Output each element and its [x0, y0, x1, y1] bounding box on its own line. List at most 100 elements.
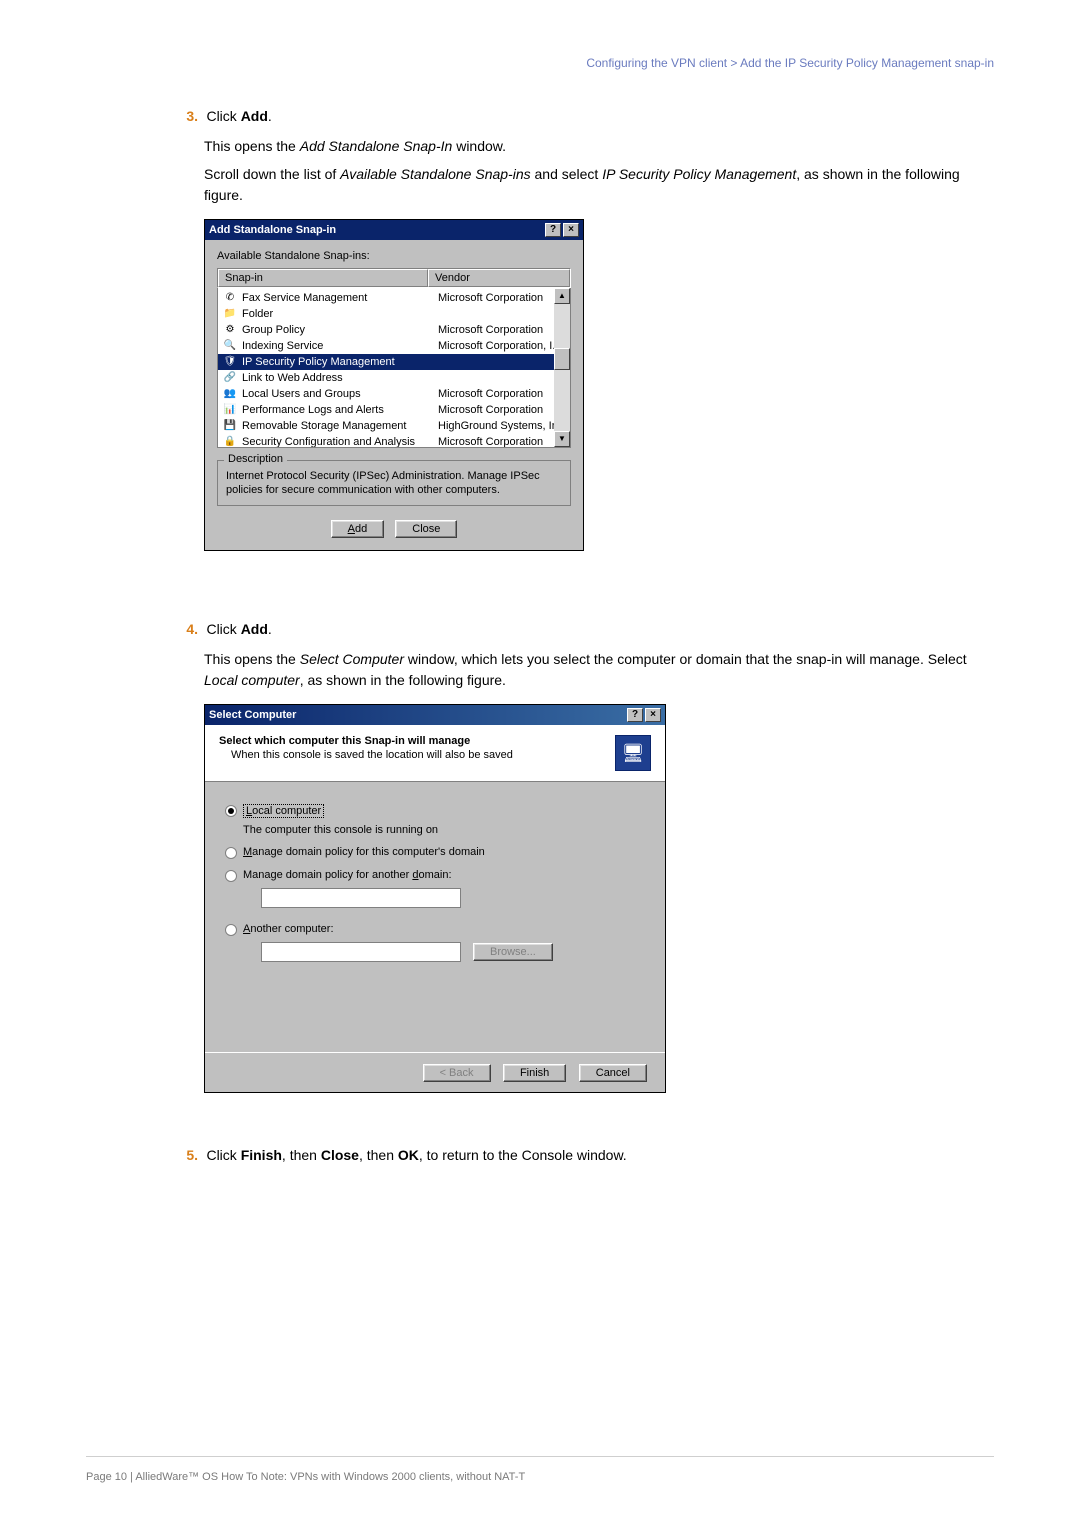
dialog-titlebar: Add Standalone Snap-in ? × [205, 220, 583, 240]
step-4-body: This opens the Select Computer window, w… [204, 649, 980, 690]
add-snapin-dialog: Add Standalone Snap-in ? × Available Sta… [204, 219, 584, 552]
ipsec-icon: 🛡 [222, 355, 238, 369]
title-buttons: ? × [545, 223, 579, 237]
radio-another-computer[interactable]: Another computer: [225, 923, 645, 936]
s4b1i: Select Computer [300, 651, 404, 667]
help-button[interactable]: ? [545, 223, 561, 237]
index-icon: 🔍 [222, 339, 238, 353]
title-buttons-2: ? × [627, 708, 661, 722]
scrollbar[interactable]: ▲ ▼ [554, 288, 570, 447]
s5m2: , then [359, 1147, 398, 1163]
link-icon: 🔗 [222, 371, 238, 385]
list-item[interactable]: ✆Fax Service ManagementMicrosoft Corpora… [218, 290, 570, 306]
folder-icon: 📁 [222, 307, 238, 321]
list-item[interactable]: 📊Performance Logs and AlertsMicrosoft Co… [218, 402, 570, 418]
add-btn-rest: dd [355, 523, 367, 535]
list-item[interactable]: ⚙Group PolicyMicrosoft Corporation [218, 322, 570, 338]
computer-input-row: Browse... [243, 942, 645, 962]
add-button[interactable]: Add [331, 520, 385, 538]
s5b3: OK [398, 1147, 419, 1163]
description-text: Internet Protocol Security (IPSec) Admin… [226, 469, 562, 498]
dialog2-header: Select which computer this Snap-in will … [205, 725, 665, 782]
security-icon: 🔒 [222, 435, 238, 448]
users-icon: 👥 [222, 387, 238, 401]
description-fieldset: Description Internet Protocol Security (… [217, 460, 571, 507]
s5b2: Close [321, 1147, 359, 1163]
dialog2-button-row: < Back Finish Cancel [205, 1052, 665, 1092]
list-header: Snap-in Vendor [217, 268, 571, 288]
s4b1b: window, which lets you select the comput… [404, 651, 967, 667]
list-rows: ✆Fax Service ManagementMicrosoft Corpora… [218, 288, 570, 448]
close-button[interactable]: Close [395, 520, 457, 538]
row-name: IP Security Policy Management [242, 356, 438, 368]
computer-textbox[interactable] [261, 942, 461, 962]
col-snapin[interactable]: Snap-in [218, 269, 428, 287]
r3a: Manage domain policy for another [243, 869, 412, 881]
browse-button[interactable]: Browse... [473, 943, 553, 961]
s5p: Click [206, 1147, 240, 1163]
row-name: Local Users and Groups [242, 388, 438, 400]
step-5: 5. Click Finish, then Close, then OK, to… [170, 1147, 980, 1165]
domain-input-row [243, 888, 645, 911]
close-button[interactable]: × [645, 708, 661, 722]
step-3-body-2: Scroll down the list of Available Standa… [204, 164, 980, 205]
list-item[interactable]: 🔗Link to Web Address [218, 370, 570, 386]
radio-manage-domain[interactable]: Manage domain policy for this computer's… [225, 846, 645, 859]
list-item[interactable]: 👥Local Users and GroupsMicrosoft Corpora… [218, 386, 570, 402]
snapin-listbox[interactable]: ✆Fax Service ManagementMicrosoft Corpora… [217, 288, 571, 448]
s4b1i2: Local computer [204, 672, 300, 688]
radio-label: Local computer [243, 804, 324, 818]
close-button[interactable]: × [563, 223, 579, 237]
s3b2i2: IP Security Policy Management [602, 166, 796, 182]
step-5-num: 5. [170, 1147, 198, 1163]
scroll-thumb[interactable] [554, 348, 570, 370]
scroll-up-button[interactable]: ▲ [554, 288, 570, 304]
radio-another-domain[interactable]: Manage domain policy for another domain: [225, 869, 645, 882]
radio-local-computer[interactable]: Local computer [225, 804, 645, 818]
finish-button[interactable]: Finish [503, 1064, 566, 1082]
cancel-button[interactable]: Cancel [579, 1064, 647, 1082]
computer-icon: 🖥 [615, 735, 651, 771]
dialog2-body: Local computer The computer this console… [205, 782, 665, 1052]
policy-icon: ⚙ [222, 323, 238, 337]
step-4-text: Click Add. [206, 621, 271, 637]
help-button[interactable]: ? [627, 708, 643, 722]
page-footer: Page 10 | AlliedWare™ OS How To Note: VP… [86, 1471, 525, 1483]
s5m1: , then [282, 1147, 321, 1163]
footer-divider [86, 1456, 994, 1457]
row-name: Removable Storage Management [242, 420, 438, 432]
step-3-num: 3. [170, 108, 198, 124]
dialog-button-row: Add Close [217, 520, 571, 538]
s5b1: Finish [241, 1147, 282, 1163]
step-4-num: 4. [170, 621, 198, 637]
perf-icon: 📊 [222, 403, 238, 417]
s5s: , to return to the Console window. [419, 1147, 627, 1163]
step-3-text: Click Add. [206, 108, 271, 124]
dialog2-header-text: Select which computer this Snap-in will … [219, 735, 513, 771]
step-5-text: Click Finish, then Close, then OK, to re… [206, 1147, 626, 1163]
dialog-body: Available Standalone Snap-ins: Snap-in V… [205, 240, 583, 551]
row-vendor: Microsoft Corporation [438, 292, 570, 304]
header-bold: Select which computer this Snap-in will … [219, 735, 513, 747]
step-3-suffix: . [268, 108, 272, 124]
row-vendor: Microsoft Corporation, I... [438, 340, 570, 352]
step-3-prefix: Click [206, 108, 240, 124]
scroll-down-button[interactable]: ▼ [554, 431, 570, 447]
s3b1b: window. [452, 138, 506, 154]
list-item[interactable]: 🔒Security Configuration and AnalysisMicr… [218, 434, 570, 448]
header-sub: When this console is saved the location … [231, 749, 513, 761]
col-vendor[interactable]: Vendor [428, 269, 570, 287]
select-computer-dialog: Select Computer ? × Select which compute… [204, 704, 666, 1093]
s4-bold: Add [241, 621, 268, 637]
s4-prefix: Click [206, 621, 240, 637]
list-item[interactable]: 💾Removable Storage ManagementHighGround … [218, 418, 570, 434]
domain-textbox[interactable] [261, 888, 461, 908]
back-button[interactable]: < Back [423, 1064, 491, 1082]
row-vendor: Microsoft Corporation [438, 404, 570, 416]
list-item[interactable]: 📁Folder [218, 306, 570, 322]
radio-label: Another computer: [243, 923, 334, 935]
r4r: nother computer: [250, 923, 333, 935]
list-item[interactable]: 🔍Indexing ServiceMicrosoft Corporation, … [218, 338, 570, 354]
radio-label: Manage domain policy for this computer's… [243, 846, 485, 858]
list-item-selected[interactable]: 🛡 IP Security Policy Management [218, 354, 570, 370]
